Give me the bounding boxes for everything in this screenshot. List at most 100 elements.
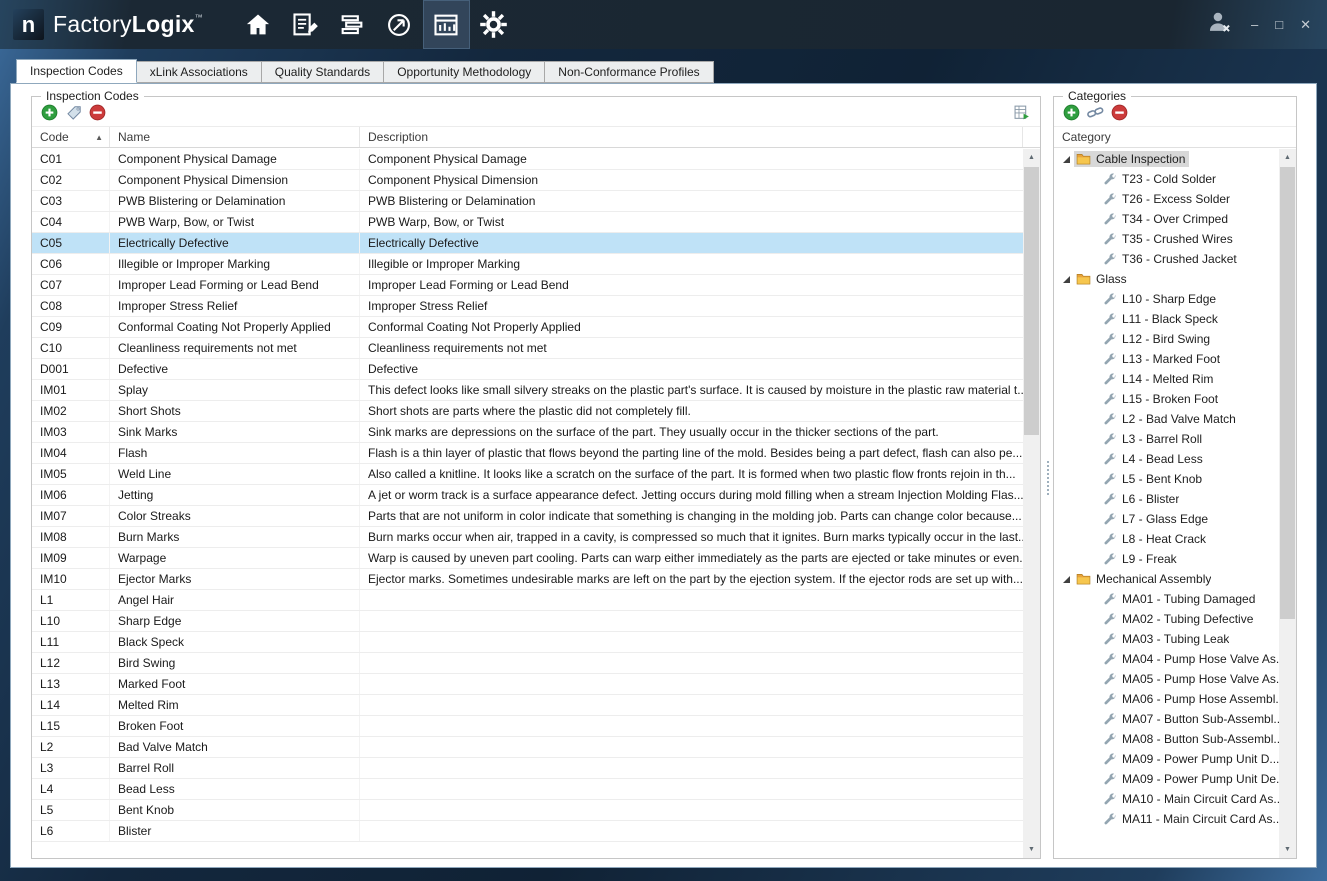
tree-category[interactable]: Glass [1054,269,1279,289]
link-icon[interactable] [1087,104,1104,121]
tree-item[interactable]: L2 - Bad Valve Match [1054,409,1279,429]
tab-xlink-associations[interactable]: xLink Associations [137,61,262,83]
scroll-up-icon[interactable]: ▲ [1279,149,1296,166]
table-row[interactable]: IM10Ejector MarksEjector marks. Sometime… [32,569,1023,590]
dispatch-target-icon[interactable] [376,0,423,49]
table-row[interactable]: IM03Sink MarksSink marks are depressions… [32,422,1023,443]
table-row[interactable]: L2Bad Valve Match [32,737,1023,758]
tree-item[interactable]: L14 - Melted Rim [1054,369,1279,389]
expand-triangle-icon[interactable] [1062,155,1074,164]
panel-splitter[interactable] [1043,96,1052,859]
table-row[interactable]: C04PWB Warp, Bow, or TwistPWB Warp, Bow,… [32,212,1023,233]
tree-item[interactable]: MA09 - Power Pump Unit D... [1054,749,1279,769]
table-row[interactable]: IM06JettingA jet or worm track is a surf… [32,485,1023,506]
table-row[interactable]: L6Blister [32,821,1023,842]
table-row[interactable]: IM05Weld LineAlso called a knitline. It … [32,464,1023,485]
tree-item[interactable]: T34 - Over Crimped [1054,209,1279,229]
export-icon[interactable] [1014,104,1031,121]
expand-triangle-icon[interactable] [1062,275,1074,284]
table-row[interactable]: IM08Burn MarksBurn marks occur when air,… [32,527,1023,548]
tab-quality-standards[interactable]: Quality Standards [262,61,384,83]
table-row[interactable]: IM02Short ShotsShort shots are parts whe… [32,401,1023,422]
tree-item[interactable]: MA04 - Pump Hose Valve As... [1054,649,1279,669]
column-header-code[interactable]: Code ▲ [32,127,110,147]
table-row[interactable]: L4Bead Less [32,779,1023,800]
sign-out-person-icon[interactable] [1206,9,1233,40]
remove-icon[interactable] [1111,104,1128,121]
tree-item[interactable]: MA01 - Tubing Damaged [1054,589,1279,609]
reports-icon[interactable] [423,0,470,49]
scroll-thumb[interactable] [1280,167,1295,619]
tree-item[interactable]: T35 - Crushed Wires [1054,229,1279,249]
edit-tag-icon[interactable] [65,104,82,121]
column-header-name[interactable]: Name [110,127,360,147]
expand-triangle-icon[interactable] [1062,575,1074,584]
tree-item[interactable]: L15 - Broken Foot [1054,389,1279,409]
table-row[interactable]: C08Improper Stress ReliefImproper Stress… [32,296,1023,317]
tree-item[interactable]: L6 - Blister [1054,489,1279,509]
tree-item[interactable]: L7 - Glass Edge [1054,509,1279,529]
tab-opportunity-methodology[interactable]: Opportunity Methodology [384,61,545,83]
table-row[interactable]: C05Electrically DefectiveElectrically De… [32,233,1023,254]
settings-gear-icon[interactable] [470,0,517,49]
table-row[interactable]: IM01SplayThis defect looks like small si… [32,380,1023,401]
table-row[interactable]: IM04FlashFlash is a thin layer of plasti… [32,443,1023,464]
tree-item[interactable]: L11 - Black Speck [1054,309,1279,329]
maximize-button[interactable]: □ [1275,18,1283,31]
remove-icon[interactable] [89,104,106,121]
tree-item[interactable]: T26 - Excess Solder [1054,189,1279,209]
table-row[interactable]: C03PWB Blistering or DelaminationPWB Bli… [32,191,1023,212]
tab-inspection-codes[interactable]: Inspection Codes [16,59,137,83]
table-row[interactable]: L12Bird Swing [32,653,1023,674]
tree-item[interactable]: MA09 - Power Pump Unit De... [1054,769,1279,789]
worksheet-pencil-icon[interactable] [282,0,329,49]
tree-category[interactable]: Cable Inspection [1054,149,1279,169]
add-icon[interactable] [1063,104,1080,121]
table-row[interactable]: IM07Color StreaksParts that are not unif… [32,506,1023,527]
tree-item[interactable]: L10 - Sharp Edge [1054,289,1279,309]
add-icon[interactable] [41,104,58,121]
table-row[interactable]: L14Melted Rim [32,695,1023,716]
table-scrollbar[interactable]: ▲ ▼ [1023,149,1040,858]
table-row[interactable]: L1Angel Hair [32,590,1023,611]
tree-item[interactable]: MA06 - Pump Hose Assembl... [1054,689,1279,709]
table-row[interactable]: L5Bent Knob [32,800,1023,821]
table-row[interactable]: C01Component Physical DamageComponent Ph… [32,149,1023,170]
scroll-thumb[interactable] [1024,167,1039,435]
table-row[interactable]: IM09WarpageWarp is caused by uneven part… [32,548,1023,569]
tree-scrollbar[interactable]: ▲ ▼ [1279,149,1296,858]
tree-item[interactable]: T23 - Cold Solder [1054,169,1279,189]
scroll-up-icon[interactable]: ▲ [1023,149,1040,166]
table-row[interactable]: D001DefectiveDefective [32,359,1023,380]
tree-item[interactable]: L5 - Bent Knob [1054,469,1279,489]
table-row[interactable]: C02Component Physical DimensionComponent… [32,170,1023,191]
tree-item[interactable]: MA07 - Button Sub-Assembl... [1054,709,1279,729]
tree-item[interactable]: T36 - Crushed Jacket [1054,249,1279,269]
table-row[interactable]: C10Cleanliness requirements not metClean… [32,338,1023,359]
close-button[interactable]: ✕ [1300,18,1311,31]
tree-item[interactable]: MA10 - Main Circuit Card As... [1054,789,1279,809]
table-row[interactable]: L10Sharp Edge [32,611,1023,632]
tree-item[interactable]: MA11 - Main Circuit Card As... [1054,809,1279,829]
tree-item[interactable]: MA02 - Tubing Defective [1054,609,1279,629]
category-column-header[interactable]: Category [1054,126,1296,148]
table-row[interactable]: L11Black Speck [32,632,1023,653]
tree-item[interactable]: L9 - Freak [1054,549,1279,569]
home-icon[interactable] [235,0,282,49]
table-row[interactable]: C09Conformal Coating Not Properly Applie… [32,317,1023,338]
table-row[interactable]: C07Improper Lead Forming or Lead BendImp… [32,275,1023,296]
tab-non-conformance-profiles[interactable]: Non-Conformance Profiles [545,61,713,83]
tree-category[interactable]: Mechanical Assembly [1054,569,1279,589]
tree-item[interactable]: L8 - Heat Crack [1054,529,1279,549]
column-header-description[interactable]: Description [360,127,1023,147]
tree-item[interactable]: MA08 - Button Sub-Assembl... [1054,729,1279,749]
table-row[interactable]: C06Illegible or Improper MarkingIllegibl… [32,254,1023,275]
tree-item[interactable]: L12 - Bird Swing [1054,329,1279,349]
minimize-button[interactable]: – [1251,18,1258,31]
tree-item[interactable]: L13 - Marked Foot [1054,349,1279,369]
tree-item[interactable]: MA03 - Tubing Leak [1054,629,1279,649]
tree-item[interactable]: L4 - Bead Less [1054,449,1279,469]
scroll-down-icon[interactable]: ▼ [1279,841,1296,858]
table-row[interactable]: L15Broken Foot [32,716,1023,737]
scroll-down-icon[interactable]: ▼ [1023,841,1040,858]
